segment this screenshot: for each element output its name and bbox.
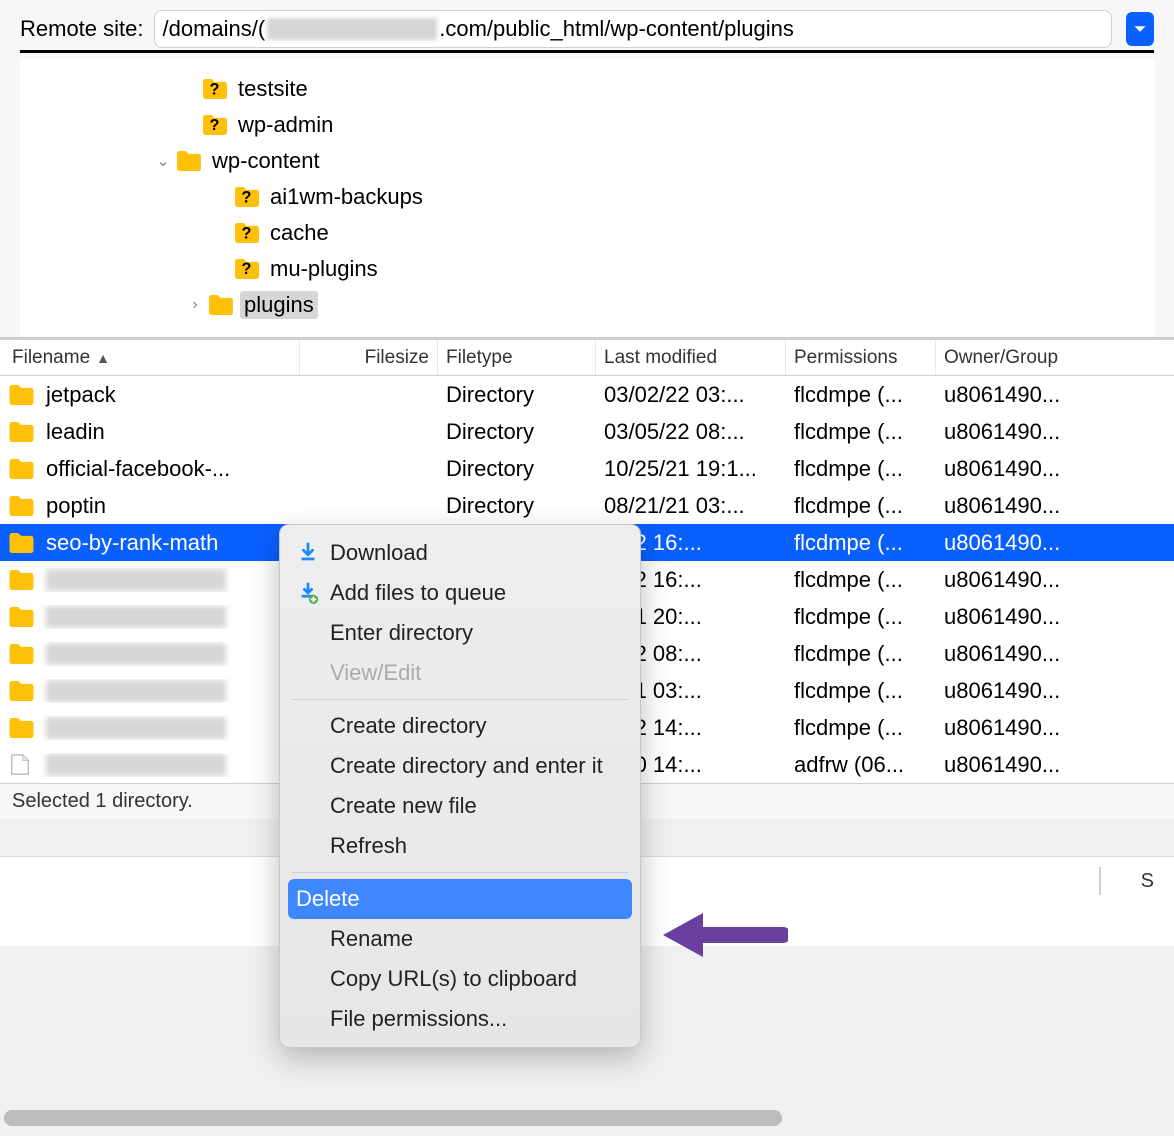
folder-icon xyxy=(8,457,36,481)
redacted-text xyxy=(46,717,226,739)
redacted-text xyxy=(46,569,226,591)
folder-icon xyxy=(8,716,36,740)
svg-text:?: ? xyxy=(242,224,252,242)
file-name: jetpack xyxy=(46,382,116,408)
folder-icon xyxy=(8,642,36,666)
remote-site-label: Remote site: xyxy=(20,16,144,42)
chevron-down-icon xyxy=(1133,22,1147,36)
menu-create-directory-enter[interactable]: Create directory and enter it xyxy=(280,746,640,786)
tree-item[interactable]: › plugins xyxy=(20,287,1154,323)
svg-text:?: ? xyxy=(242,260,252,278)
download-plus-icon xyxy=(296,581,320,605)
redacted-text xyxy=(46,643,226,665)
file-list-header: Filename▲ Filesize Filetype Last modifie… xyxy=(0,340,1174,376)
folder-icon xyxy=(8,383,36,407)
table-row[interactable]: leadinDirectory03/05/22 08:...flcdmpe (.… xyxy=(0,413,1174,450)
file-name: seo-by-rank-math xyxy=(46,530,218,556)
menu-rename[interactable]: Rename xyxy=(280,919,640,959)
path-dropdown-button[interactable] xyxy=(1126,12,1154,46)
file-name: official-facebook-... xyxy=(46,456,230,482)
folder-icon xyxy=(8,531,36,555)
column-filename[interactable]: Filename▲ xyxy=(0,340,300,375)
menu-view-edit: View/Edit xyxy=(280,653,640,693)
tree-item[interactable]: ? mu-plugins xyxy=(20,251,1154,287)
menu-add-to-queue[interactable]: Add files to queue xyxy=(280,573,640,613)
redacted-text xyxy=(46,606,226,628)
bottom-header-fragment: S xyxy=(1099,867,1154,895)
tree-item[interactable]: ? testsite xyxy=(20,71,1154,107)
menu-separator xyxy=(292,872,628,873)
menu-file-permissions[interactable]: File permissions... xyxy=(280,999,640,1039)
horizontal-scrollbar[interactable] xyxy=(4,1110,1170,1126)
tree-item-label: mu-plugins xyxy=(266,255,382,283)
folder-icon xyxy=(8,420,36,444)
folder-question-icon: ? xyxy=(202,78,228,100)
tree-item[interactable]: ? cache xyxy=(20,215,1154,251)
svg-text:?: ? xyxy=(242,188,252,206)
menu-separator xyxy=(292,699,628,700)
scrollbar-thumb[interactable] xyxy=(4,1110,782,1126)
path-suffix: .com/public_html/wp-content/plugins xyxy=(439,16,794,42)
chevron-icon[interactable]: › xyxy=(186,296,204,314)
redacted-text xyxy=(46,680,226,702)
context-menu: Download Add files to queue Enter direct… xyxy=(279,524,641,1048)
tree-item[interactable]: ? wp-admin xyxy=(20,107,1154,143)
annotation-arrow xyxy=(658,905,788,970)
remote-path-input[interactable]: /domains/( .com/public_html/wp-content/p… xyxy=(154,10,1113,48)
folder-question-icon: ? xyxy=(234,222,260,244)
file-name: poptin xyxy=(46,493,106,519)
file-icon xyxy=(8,753,36,777)
tree-item[interactable]: ? ai1wm-backups xyxy=(20,179,1154,215)
table-row[interactable]: jetpackDirectory03/02/22 03:...flcdmpe (… xyxy=(0,376,1174,413)
folder-icon xyxy=(8,605,36,629)
tree-item[interactable]: ⌄ wp-content xyxy=(20,143,1154,179)
path-prefix: /domains/( xyxy=(163,16,266,42)
column-filesize[interactable]: Filesize xyxy=(300,340,438,375)
folder-icon xyxy=(8,679,36,703)
chevron-icon[interactable]: ⌄ xyxy=(154,151,172,171)
table-row[interactable]: official-facebook-...Directory10/25/21 1… xyxy=(0,450,1174,487)
column-lastmodified[interactable]: Last modified xyxy=(596,340,786,375)
menu-delete[interactable]: Delete xyxy=(288,879,632,919)
separator-line xyxy=(20,50,1154,53)
column-owner[interactable]: Owner/Group xyxy=(936,340,1096,375)
directory-tree[interactable]: ? testsite? wp-admin ⌄ wp-content? ai1wm-back… xyxy=(20,59,1154,337)
tree-item-label: cache xyxy=(266,219,333,247)
tree-item-label: testsite xyxy=(234,75,312,103)
redacted-text xyxy=(46,754,226,776)
folder-question-icon: ? xyxy=(234,186,260,208)
remote-site-row: Remote site: /domains/( .com/public_html… xyxy=(20,10,1154,48)
tree-item-label: plugins xyxy=(240,291,318,319)
tree-item-label: ai1wm-backups xyxy=(266,183,427,211)
menu-download[interactable]: Download xyxy=(280,533,640,573)
svg-text:?: ? xyxy=(210,116,220,134)
svg-text:?: ? xyxy=(210,80,220,98)
folder-icon xyxy=(8,494,36,518)
column-filetype[interactable]: Filetype xyxy=(438,340,596,375)
sort-ascending-icon: ▲ xyxy=(96,350,110,366)
tree-item-label: wp-admin xyxy=(234,111,337,139)
folder-icon xyxy=(8,568,36,592)
tree-item-label: wp-content xyxy=(208,147,324,175)
folder-question-icon: ? xyxy=(202,114,228,136)
table-row[interactable]: poptinDirectory08/21/21 03:...flcdmpe (.… xyxy=(0,487,1174,524)
file-name: leadin xyxy=(46,419,105,445)
menu-create-new-file[interactable]: Create new file xyxy=(280,786,640,826)
folder-icon xyxy=(176,150,202,172)
menu-refresh[interactable]: Refresh xyxy=(280,826,640,866)
redacted-domain xyxy=(267,18,437,40)
menu-copy-urls[interactable]: Copy URL(s) to clipboard xyxy=(280,959,640,999)
download-icon xyxy=(296,541,320,565)
menu-enter-directory[interactable]: Enter directory xyxy=(280,613,640,653)
column-permissions[interactable]: Permissions xyxy=(786,340,936,375)
folder-question-icon: ? xyxy=(234,258,260,280)
folder-icon xyxy=(208,294,234,316)
menu-create-directory[interactable]: Create directory xyxy=(280,706,640,746)
